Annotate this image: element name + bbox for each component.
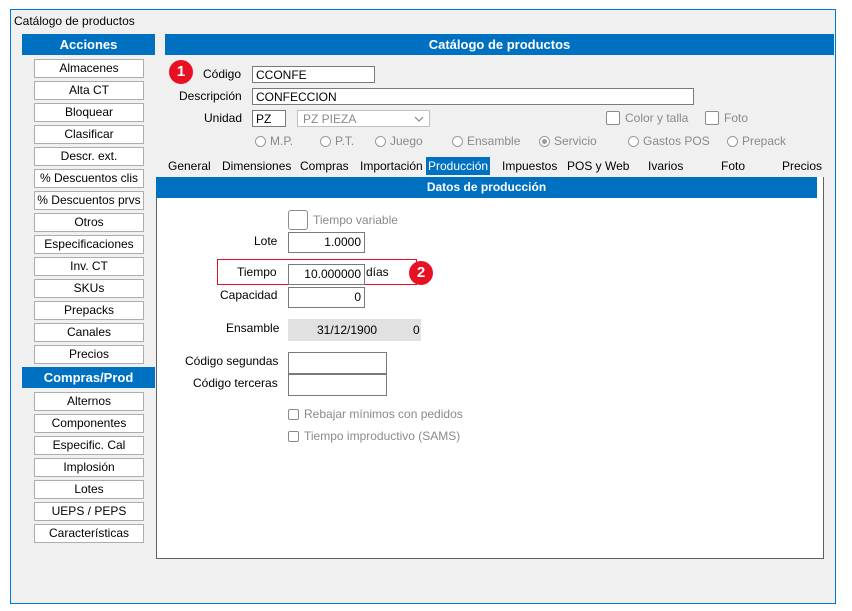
checkbox-box-icon [288, 210, 308, 230]
acciones-button-2[interactable]: Alta CT [34, 81, 144, 100]
unidad-label: Unidad [204, 111, 243, 125]
compras-button-5[interactable]: Lotes [34, 480, 144, 499]
compras-button-3[interactable]: Especific. Cal [34, 436, 144, 455]
checkbox-box-icon [705, 111, 719, 125]
checkbox-box-icon [288, 430, 299, 442]
unidad-field[interactable]: PZ [252, 110, 286, 127]
tiempo-variable-label: Tiempo variable [313, 213, 398, 227]
radio-circle-icon [320, 135, 331, 147]
tiempo-field[interactable]: 10.000000 [288, 264, 365, 285]
tab-importaci-n[interactable]: Importación [360, 157, 423, 175]
acciones-button-4[interactable]: Clasificar [34, 125, 144, 144]
acciones-button-7[interactable]: % Descuentos prvs [34, 191, 144, 210]
codigo-field[interactable]: CCONFE [252, 66, 375, 83]
compras-button-7[interactable]: Características [34, 524, 144, 543]
radio-gastos-pos[interactable]: Gastos POS [628, 134, 710, 148]
codigo-segundas-label: Código segundas [185, 354, 279, 368]
acciones-button-14[interactable]: Precios [34, 345, 144, 364]
ensamble-date: 31/12/1900 [317, 323, 378, 337]
rebajar-label: Rebajar mínimos con pedidos [304, 407, 463, 421]
capacidad-field[interactable]: 0 [288, 287, 365, 308]
tiempo-label: Tiempo [237, 265, 277, 279]
rebajar-checkbox[interactable]: Rebajar mínimos con pedidos [288, 407, 463, 421]
descripcion-label: Descripción [179, 89, 242, 103]
radio-m-p[interactable]: M.P. [255, 134, 293, 148]
codigo-terceras-label: Código terceras [193, 376, 278, 390]
tab-foto[interactable]: Foto [721, 157, 745, 175]
radio-circle-icon [255, 135, 266, 147]
radio-servicio[interactable]: Servicio [539, 134, 597, 148]
tiempo-improductivo-label: Tiempo improductivo (SAMS) [304, 429, 461, 443]
acciones-button-3[interactable]: Bloquear [34, 103, 144, 122]
descripcion-field[interactable]: CONFECCION [252, 88, 694, 105]
tiempo-unit: días [366, 265, 389, 279]
ensamble-readonly: 31/12/1900 0 [288, 319, 421, 341]
tab-impuestos[interactable]: Impuestos [502, 157, 557, 175]
unidad-select-value: PZ PIEZA [303, 112, 357, 126]
color-talla-checkbox[interactable]: Color y talla [606, 111, 688, 125]
radio-label: P.T. [335, 134, 355, 148]
compras-button-4[interactable]: Implosión [34, 458, 144, 477]
radio-circle-icon [539, 135, 550, 147]
ensamble-count: 0 [413, 323, 420, 337]
tab-general[interactable]: General [168, 157, 211, 175]
acciones-button-1[interactable]: Almacenes [34, 59, 144, 78]
acciones-button-8[interactable]: Otros [34, 213, 144, 232]
tab-dimensiones[interactable]: Dimensiones [222, 157, 291, 175]
radio-label: Juego [390, 134, 423, 148]
ensamble-label: Ensamble [226, 321, 280, 335]
radio-label: M.P. [270, 134, 294, 148]
acciones-button-12[interactable]: Prepacks [34, 301, 144, 320]
tiempo-variable-checkbox[interactable]: Tiempo variable [288, 210, 398, 230]
radio-juego[interactable]: Juego [375, 134, 423, 148]
radio-p-t[interactable]: P.T. [320, 134, 354, 148]
radio-label: Gastos POS [643, 134, 710, 148]
window-title: Catálogo de productos [14, 14, 135, 28]
acciones-button-11[interactable]: SKUs [34, 279, 144, 298]
radio-ensamble[interactable]: Ensamble [452, 134, 520, 148]
lote-label: Lote [254, 234, 278, 248]
lote-field[interactable]: 1.0000 [288, 232, 365, 253]
color-talla-label: Color y talla [625, 111, 689, 125]
compras-button-1[interactable]: Alternos [34, 392, 144, 411]
compras-button-2[interactable]: Componentes [34, 414, 144, 433]
codigo-terceras-field[interactable] [288, 374, 387, 396]
radio-label: Servicio [554, 134, 597, 148]
checkbox-box-icon [288, 408, 299, 420]
radio-circle-icon [375, 135, 386, 147]
radio-circle-icon [628, 135, 639, 147]
catalog-header: Catálogo de productos [165, 34, 834, 55]
radio-label: Prepack [742, 134, 787, 148]
acciones-button-10[interactable]: Inv. CT [34, 257, 144, 276]
checkbox-box-icon [606, 111, 620, 125]
radio-prepack[interactable]: Prepack [727, 134, 786, 148]
foto-label: Foto [724, 111, 749, 125]
annotation-badge-1: 1 [169, 60, 193, 84]
acciones-button-13[interactable]: Canales [34, 323, 144, 342]
codigo-segundas-field[interactable] [288, 352, 387, 374]
tab-pos-y-web[interactable]: POS y Web [567, 157, 629, 175]
tab-ivarios[interactable]: Ivarios [648, 157, 683, 175]
acciones-button-9[interactable]: Especificaciones [34, 235, 144, 254]
compras-prod-header: Compras/Prod [22, 367, 155, 388]
radio-label: Ensamble [467, 134, 521, 148]
capacidad-label: Capacidad [220, 288, 278, 302]
acciones-button-5[interactable]: Descr. ext. [34, 147, 144, 166]
datos-produccion-header: Datos de producción [156, 177, 817, 198]
tiempo-improductivo-checkbox[interactable]: Tiempo improductivo (SAMS) [288, 429, 460, 443]
tab-producci-n[interactable]: Producción [426, 157, 491, 175]
unidad-select[interactable]: PZ PIEZA [297, 110, 430, 127]
acciones-header: Acciones [22, 34, 155, 55]
acciones-button-6[interactable]: % Descuentos clis [34, 169, 144, 188]
compras-button-6[interactable]: UEPS / PEPS [34, 502, 144, 521]
codigo-label: Código [203, 67, 242, 81]
chevron-down-icon [414, 116, 424, 122]
radio-circle-icon [452, 135, 463, 147]
radio-circle-icon [727, 135, 738, 147]
annotation-badge-2: 2 [409, 261, 433, 285]
tab-compras[interactable]: Compras [300, 157, 349, 175]
foto-checkbox[interactable]: Foto [705, 111, 748, 125]
tab-precios[interactable]: Precios [782, 157, 822, 175]
